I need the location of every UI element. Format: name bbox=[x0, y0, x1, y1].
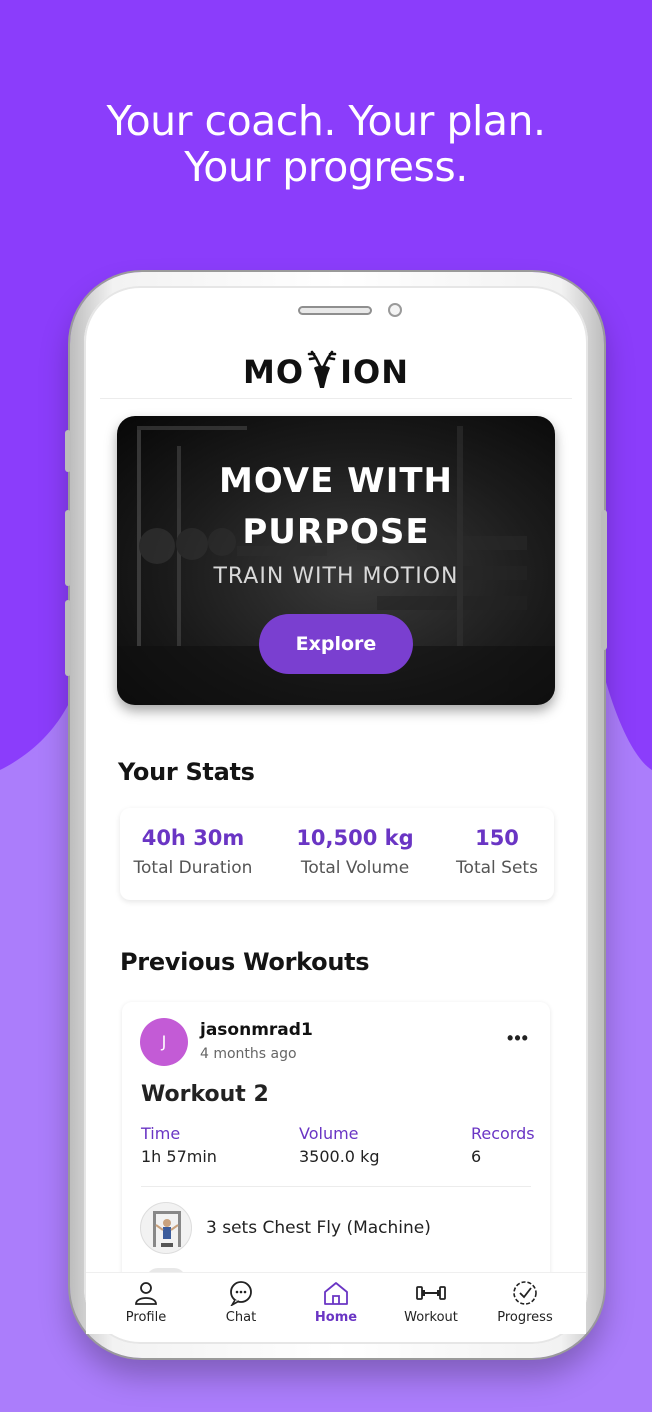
nav-item-profile[interactable]: Profile bbox=[101, 1280, 191, 1325]
home-icon bbox=[324, 1282, 348, 1305]
metric-label-volume: Volume bbox=[299, 1124, 359, 1143]
stats-section-title: Your Stats bbox=[118, 758, 255, 786]
headline-line-2: Your progress. bbox=[184, 143, 468, 191]
phone-power-button bbox=[601, 510, 607, 650]
metric-value-volume: 3500.0 kg bbox=[299, 1147, 380, 1166]
headline-line-1: Your coach. Your plan. bbox=[106, 97, 546, 145]
exercise-summary: 3 sets Chest Fly (Machine) bbox=[206, 1218, 431, 1238]
card-divider bbox=[141, 1186, 531, 1187]
nav-label: Home bbox=[314, 1310, 358, 1325]
hero-subtitle: TRAIN WITH MOTION bbox=[213, 564, 459, 589]
hero-banner: MOVE WITH PURPOSE TRAIN WITH MOTION Expl… bbox=[117, 416, 555, 705]
hero-title: MOVE WITH PURPOSE bbox=[117, 456, 555, 558]
stat-value: 40h 30m bbox=[141, 826, 245, 850]
hero-title-line-1: MOVE WITH bbox=[218, 461, 453, 501]
phone-volume-down bbox=[65, 600, 71, 676]
avatar[interactable]: J bbox=[140, 1018, 188, 1066]
nav-label: Chat bbox=[225, 1310, 257, 1325]
phone-side-button bbox=[65, 430, 71, 472]
phone-camera bbox=[388, 303, 402, 317]
hero-title-line-2: PURPOSE bbox=[242, 512, 430, 552]
stat-label: Total Sets bbox=[456, 858, 538, 878]
exercise-thumbnail bbox=[140, 1202, 192, 1254]
check-circle-icon bbox=[513, 1281, 537, 1305]
metric-label-records: Records bbox=[471, 1124, 535, 1143]
phone-volume-up bbox=[65, 510, 71, 586]
dumbbell-icon bbox=[416, 1286, 446, 1300]
logo-text-right: ION bbox=[340, 353, 409, 391]
chat-bubble-icon bbox=[230, 1281, 252, 1306]
metric-label-time: Time bbox=[141, 1124, 181, 1143]
workout-title: Workout 2 bbox=[141, 1082, 269, 1107]
nav-item-home[interactable]: Home bbox=[291, 1280, 381, 1325]
chest-fly-machine-icon bbox=[153, 1211, 181, 1247]
stat-label: Total Volume bbox=[300, 858, 410, 878]
stat-total-sets: 150 Total Sets bbox=[450, 826, 544, 878]
workout-username[interactable]: jasonmrad1 bbox=[200, 1020, 313, 1040]
logo-text-left: MO bbox=[243, 353, 305, 391]
more-options-button[interactable]: ••• bbox=[502, 1028, 534, 1052]
nav-label: Profile bbox=[125, 1310, 167, 1325]
stat-label: Total Duration bbox=[133, 858, 253, 878]
header-divider bbox=[100, 398, 572, 399]
nav-label: Progress bbox=[497, 1310, 553, 1325]
app-logo: MO ION bbox=[0, 338, 652, 391]
nav-label: Workout bbox=[404, 1310, 458, 1325]
person-icon bbox=[135, 1282, 157, 1305]
stat-value: 10,500 kg bbox=[296, 826, 414, 850]
stats-card: 40h 30m Total Duration 10,500 kg Total V… bbox=[120, 808, 554, 900]
stat-value: 150 bbox=[475, 826, 519, 850]
nav-item-chat[interactable]: Chat bbox=[196, 1280, 286, 1325]
stag-logo-icon bbox=[307, 350, 337, 388]
marketing-headline: Your coach. Your plan. Your progress. bbox=[0, 98, 652, 190]
stat-total-duration: 40h 30m Total Duration bbox=[132, 826, 254, 878]
workout-time-ago: 4 months ago bbox=[200, 1046, 297, 1062]
metric-value-records: 6 bbox=[471, 1147, 482, 1166]
previous-workouts-title: Previous Workouts bbox=[120, 948, 370, 976]
nav-item-progress[interactable]: Progress bbox=[480, 1280, 570, 1325]
stat-total-volume: 10,500 kg Total Volume bbox=[288, 826, 422, 878]
explore-button[interactable]: Explore bbox=[259, 614, 413, 674]
nav-item-workout[interactable]: Workout bbox=[386, 1280, 476, 1325]
metric-value-time: 1h 57min bbox=[141, 1147, 217, 1166]
phone-speaker bbox=[298, 306, 372, 315]
